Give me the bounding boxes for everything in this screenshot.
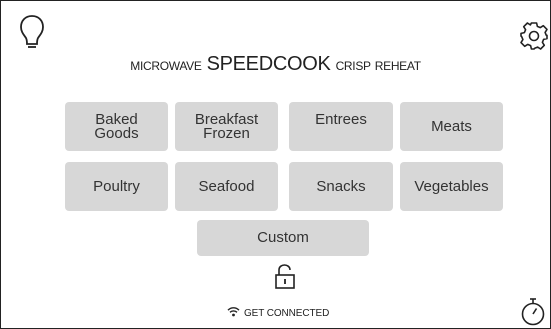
category-label: Seafood: [198, 177, 255, 195]
category-breakfast-frozen-button[interactable]: Breakfast Frozen: [175, 102, 278, 151]
category-label: Snacks: [316, 177, 366, 195]
category-label: Entrees: [315, 111, 367, 128]
wifi-icon: [227, 304, 240, 322]
cook-screen: MICROWAVE SPEEDCOOK CRISP REHEAT Baked G…: [0, 0, 551, 329]
category-custom-button[interactable]: Custom: [197, 220, 369, 256]
category-label: Baked Goods: [94, 110, 139, 142]
gear-icon[interactable]: [518, 20, 550, 52]
cook-mode-selector: MICROWAVE SPEEDCOOK CRISP REHEAT: [1, 53, 550, 76]
category-baked-goods-button[interactable]: Baked Goods: [65, 102, 168, 151]
get-connected-link[interactable]: GET CONNECTED: [227, 304, 329, 322]
stopwatch-icon[interactable]: [519, 296, 547, 328]
category-label: Custom: [257, 229, 309, 246]
unlock-icon[interactable]: [273, 263, 297, 291]
category-label: Poultry: [93, 177, 140, 195]
category-meats-button[interactable]: Meats: [400, 102, 503, 151]
mode-crisp[interactable]: CRISP: [336, 59, 371, 73]
category-label: Meats: [431, 117, 472, 135]
category-snacks-button[interactable]: Snacks: [289, 162, 393, 211]
category-vegetables-button[interactable]: Vegetables: [400, 162, 503, 211]
mode-microwave[interactable]: MICROWAVE: [130, 59, 202, 73]
category-label: Breakfast Frozen: [194, 110, 259, 142]
category-label: Vegetables: [414, 177, 489, 195]
mode-speedcook[interactable]: SPEEDCOOK: [207, 53, 331, 76]
category-poultry-button[interactable]: Poultry: [65, 162, 168, 211]
get-connected-label: GET CONNECTED: [244, 307, 330, 319]
category-seafood-button[interactable]: Seafood: [175, 162, 278, 211]
category-entrees-button[interactable]: Entrees: [289, 102, 393, 151]
lightbulb-icon[interactable]: [19, 14, 45, 50]
mode-reheat[interactable]: REHEAT: [375, 59, 421, 73]
